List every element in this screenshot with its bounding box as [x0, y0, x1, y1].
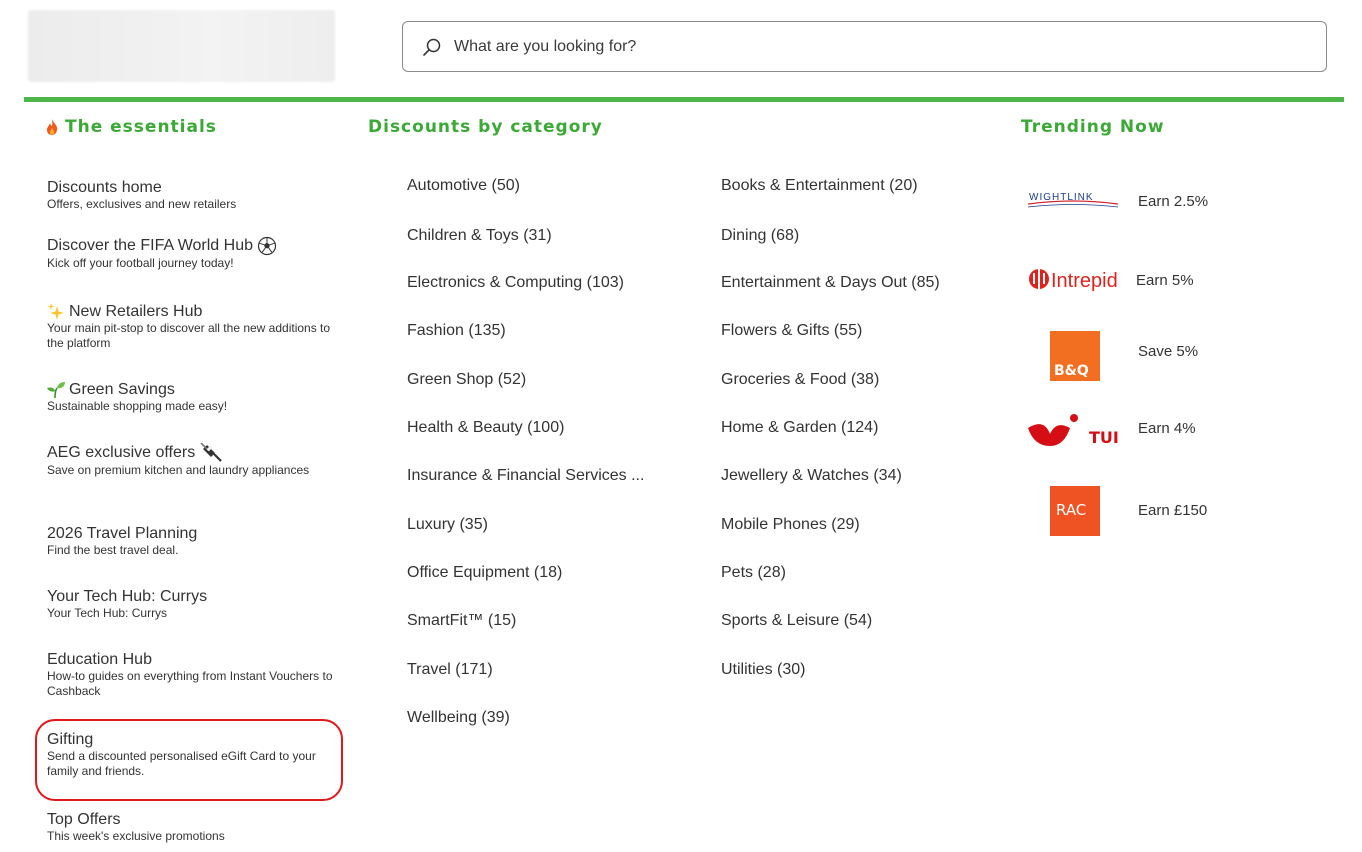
essentials-heading: The essentials	[46, 117, 217, 137]
essentials-item-title: AEG exclusive offers	[47, 444, 196, 461]
svg-text:B&Q: B&Q	[1054, 363, 1089, 379]
bandq-logo: B&Q	[1050, 331, 1100, 381]
svg-text:RAC: RAC	[1056, 501, 1086, 519]
trending-item-tui[interactable]: TUI Earn 4%	[1026, 412, 1196, 452]
essentials-item-title: Top Offers	[47, 811, 121, 828]
essentials-item-subtitle: Offers, exclusives and new retailers	[47, 197, 237, 211]
category-link-pets[interactable]: Pets (28)	[721, 564, 786, 582]
essentials-item-subtitle: This week's exclusive promotions	[47, 829, 225, 843]
category-link-utilities[interactable]: Utilities (30)	[721, 661, 805, 679]
category-link-office-equipment[interactable]: Office Equipment (18)	[407, 564, 562, 582]
svg-text:TUI: TUI	[1089, 428, 1119, 447]
essentials-item-subtitle: Your Tech Hub: Currys	[47, 606, 168, 620]
essentials-item-subtitle: Your main pit-stop to discover all the n…	[47, 321, 331, 350]
search-icon	[423, 38, 441, 56]
trending-earn-text: Earn 5%	[1136, 271, 1194, 289]
essentials-item-top-offers[interactable]: Top Offers This week's exclusive promoti…	[47, 811, 337, 844]
essentials-item-subtitle: Kick off your football journey today!	[47, 256, 234, 270]
menu-divider	[24, 97, 1344, 102]
essentials-item-title: New Retailers Hub	[69, 303, 203, 320]
essentials-item-title: Discover the FIFA World Hub	[47, 237, 253, 254]
category-link-groceries-food[interactable]: Groceries & Food (38)	[721, 371, 879, 389]
essentials-item-subtitle: Find the best travel deal.	[47, 543, 179, 557]
sparkles-icon	[47, 303, 64, 320]
trending-earn-text: Earn 4%	[1138, 419, 1196, 437]
trending-item-wightlink[interactable]: WIGHTLINK Earn 2.5%	[1026, 187, 1208, 215]
football-icon	[257, 236, 277, 256]
essentials-item-education-hub[interactable]: Education Hub How-to guides on everythin…	[47, 651, 337, 699]
category-link-jewellery-watches[interactable]: Jewellery & Watches (34)	[721, 467, 902, 485]
essentials-item-travel-planning[interactable]: 2026 Travel Planning Find the best trave…	[47, 525, 337, 558]
category-link-flowers-gifts[interactable]: Flowers & Gifts (55)	[721, 322, 862, 340]
tui-logo: TUI	[1028, 414, 1119, 447]
trending-earn-text: Earn 2.5%	[1138, 192, 1209, 210]
essentials-item-discounts-home[interactable]: Discounts home Offers, exclusives and ne…	[47, 179, 337, 212]
essentials-item-title: Green Savings	[69, 381, 175, 398]
trending-earn-text: Save 5%	[1138, 342, 1199, 360]
svg-text:Intrepid: Intrepid	[1051, 270, 1118, 292]
plug-icon	[200, 443, 222, 462]
category-link-smartfit[interactable]: SmartFit™ (15)	[407, 612, 516, 630]
essentials-item-fifa-world-hub[interactable]: Discover the FIFA World Hub Kick off you…	[47, 236, 337, 271]
essentials-item-tech-hub-currys[interactable]: Your Tech Hub: Currys Your Tech Hub: Cur…	[47, 588, 337, 621]
rac-logo: RAC	[1050, 486, 1100, 536]
intrepid-logo: Intrepid	[1029, 269, 1118, 292]
category-link-sports-leisure[interactable]: Sports & Leisure (54)	[721, 612, 872, 630]
category-link-automotive[interactable]: Automotive (50)	[407, 177, 520, 195]
essentials-item-title: Discounts home	[47, 179, 162, 196]
category-link-fashion[interactable]: Fashion (135)	[407, 322, 506, 340]
essentials-item-green-savings[interactable]: Green Savings Sustainable shopping made …	[47, 381, 337, 414]
essentials-item-aeg-offers[interactable]: AEG exclusive offers Save on premium kit…	[47, 443, 337, 478]
category-link-home-garden[interactable]: Home & Garden (124)	[721, 419, 878, 437]
category-link-books-entertainment[interactable]: Books & Entertainment (20)	[721, 177, 918, 195]
category-link-luxury[interactable]: Luxury (35)	[407, 516, 488, 534]
wightlink-logo: WIGHTLINK	[1027, 192, 1119, 208]
seedling-icon	[47, 382, 65, 399]
category-link-electronics[interactable]: Electronics & Computing (103)	[407, 274, 624, 292]
category-link-wellbeing[interactable]: Wellbeing (39)	[407, 709, 510, 727]
category-link-entertainment-days-out[interactable]: Entertainment & Days Out (85)	[721, 274, 940, 292]
essentials-item-subtitle: Sustainable shopping made easy!	[47, 399, 228, 413]
category-link-insurance[interactable]: Insurance & Financial Services ...	[407, 467, 644, 485]
trending-item-intrepid[interactable]: Intrepid Earn 5%	[1026, 265, 1194, 295]
trending-heading: Trending Now	[1021, 117, 1165, 137]
essentials-item-title: Your Tech Hub: Currys	[47, 588, 208, 605]
essentials-item-new-retailers-hub[interactable]: New Retailers Hub Your main pit-stop to …	[47, 303, 337, 351]
essentials-item-title: Education Hub	[47, 651, 152, 668]
gifting-highlight-outline	[35, 719, 343, 801]
essentials-item-title: 2026 Travel Planning	[47, 525, 198, 542]
discounts-heading: Discounts by category	[368, 117, 603, 137]
category-link-health-beauty[interactable]: Health & Beauty (100)	[407, 419, 564, 437]
svg-text:WIGHTLINK: WIGHTLINK	[1029, 192, 1094, 203]
category-link-children-toys[interactable]: Children & Toys (31)	[407, 227, 552, 245]
category-link-mobile-phones[interactable]: Mobile Phones (29)	[721, 516, 860, 534]
trending-earn-text: Earn £150	[1138, 501, 1208, 519]
search-input[interactable]	[454, 37, 1314, 56]
category-link-green-shop[interactable]: Green Shop (52)	[407, 371, 526, 389]
category-link-travel[interactable]: Travel (171)	[407, 661, 493, 679]
essentials-item-subtitle: How-to guides on everything from Instant…	[47, 669, 333, 698]
essentials-item-subtitle: Save on premium kitchen and laundry appl…	[47, 463, 310, 477]
trending-item-bandq[interactable]: B&Q Save 5%	[1026, 331, 1198, 381]
search-bar[interactable]	[402, 21, 1327, 72]
trending-item-rac[interactable]: RAC Earn £150	[1026, 486, 1207, 536]
category-link-dining[interactable]: Dining (68)	[721, 227, 799, 245]
site-logo[interactable]	[28, 10, 335, 82]
fire-icon	[47, 119, 58, 135]
